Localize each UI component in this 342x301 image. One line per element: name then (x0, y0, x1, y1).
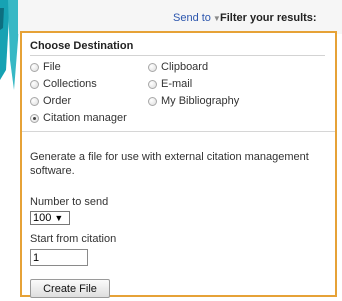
create-file-button[interactable]: Create File (30, 279, 110, 298)
destination-option-citation-manager[interactable]: Citation manager (30, 112, 127, 124)
choose-destination-title: Choose Destination (30, 40, 325, 56)
destination-option-label: Order (43, 95, 72, 107)
send-to-menu[interactable]: Send to ▼ (173, 12, 221, 24)
citation-description: Generate a file for use with external ci… (30, 151, 309, 177)
radio-button-icon[interactable] (148, 62, 157, 72)
destination-option-label: Citation manager (43, 112, 127, 124)
dropdown-arrow-icon: ▼ (54, 213, 64, 223)
start-from-citation-label: Start from citation (30, 233, 117, 245)
radio-button-icon[interactable] (148, 96, 157, 106)
radio-button-icon[interactable] (30, 96, 39, 106)
send-to-label: Send to (173, 12, 211, 24)
destination-option-label: E-mail (161, 78, 193, 90)
destination-option-label: Collections (43, 78, 97, 90)
send-to-dropdown-panel: Choose Destination File Clipboard Collec… (20, 31, 337, 298)
start-from-citation-input[interactable] (30, 249, 88, 266)
destination-option-file[interactable]: File (30, 61, 61, 73)
filter-results-label: Filter your results: (220, 12, 317, 24)
destination-option-collections[interactable]: Collections (30, 78, 97, 90)
number-to-send-value: 100 (33, 212, 52, 224)
destination-option-label: File (43, 61, 61, 73)
radio-button-icon[interactable] (148, 79, 157, 89)
destination-option-my-bibliography[interactable]: My Bibliography (148, 95, 239, 107)
radio-button-icon[interactable] (30, 79, 39, 89)
destination-option-order[interactable]: Order (30, 95, 71, 107)
destination-option-email[interactable]: E-mail (148, 78, 192, 90)
radio-button-icon[interactable] (30, 62, 39, 72)
section-divider (22, 131, 335, 132)
number-to-send-select[interactable]: 100 ▼ (30, 211, 70, 225)
destination-option-clipboard[interactable]: Clipboard (148, 61, 208, 73)
number-to-send-label: Number to send (30, 196, 109, 208)
destination-option-label: My Bibliography (161, 95, 240, 107)
destination-option-label: Clipboard (161, 61, 209, 73)
radio-button-icon[interactable] (30, 113, 39, 123)
